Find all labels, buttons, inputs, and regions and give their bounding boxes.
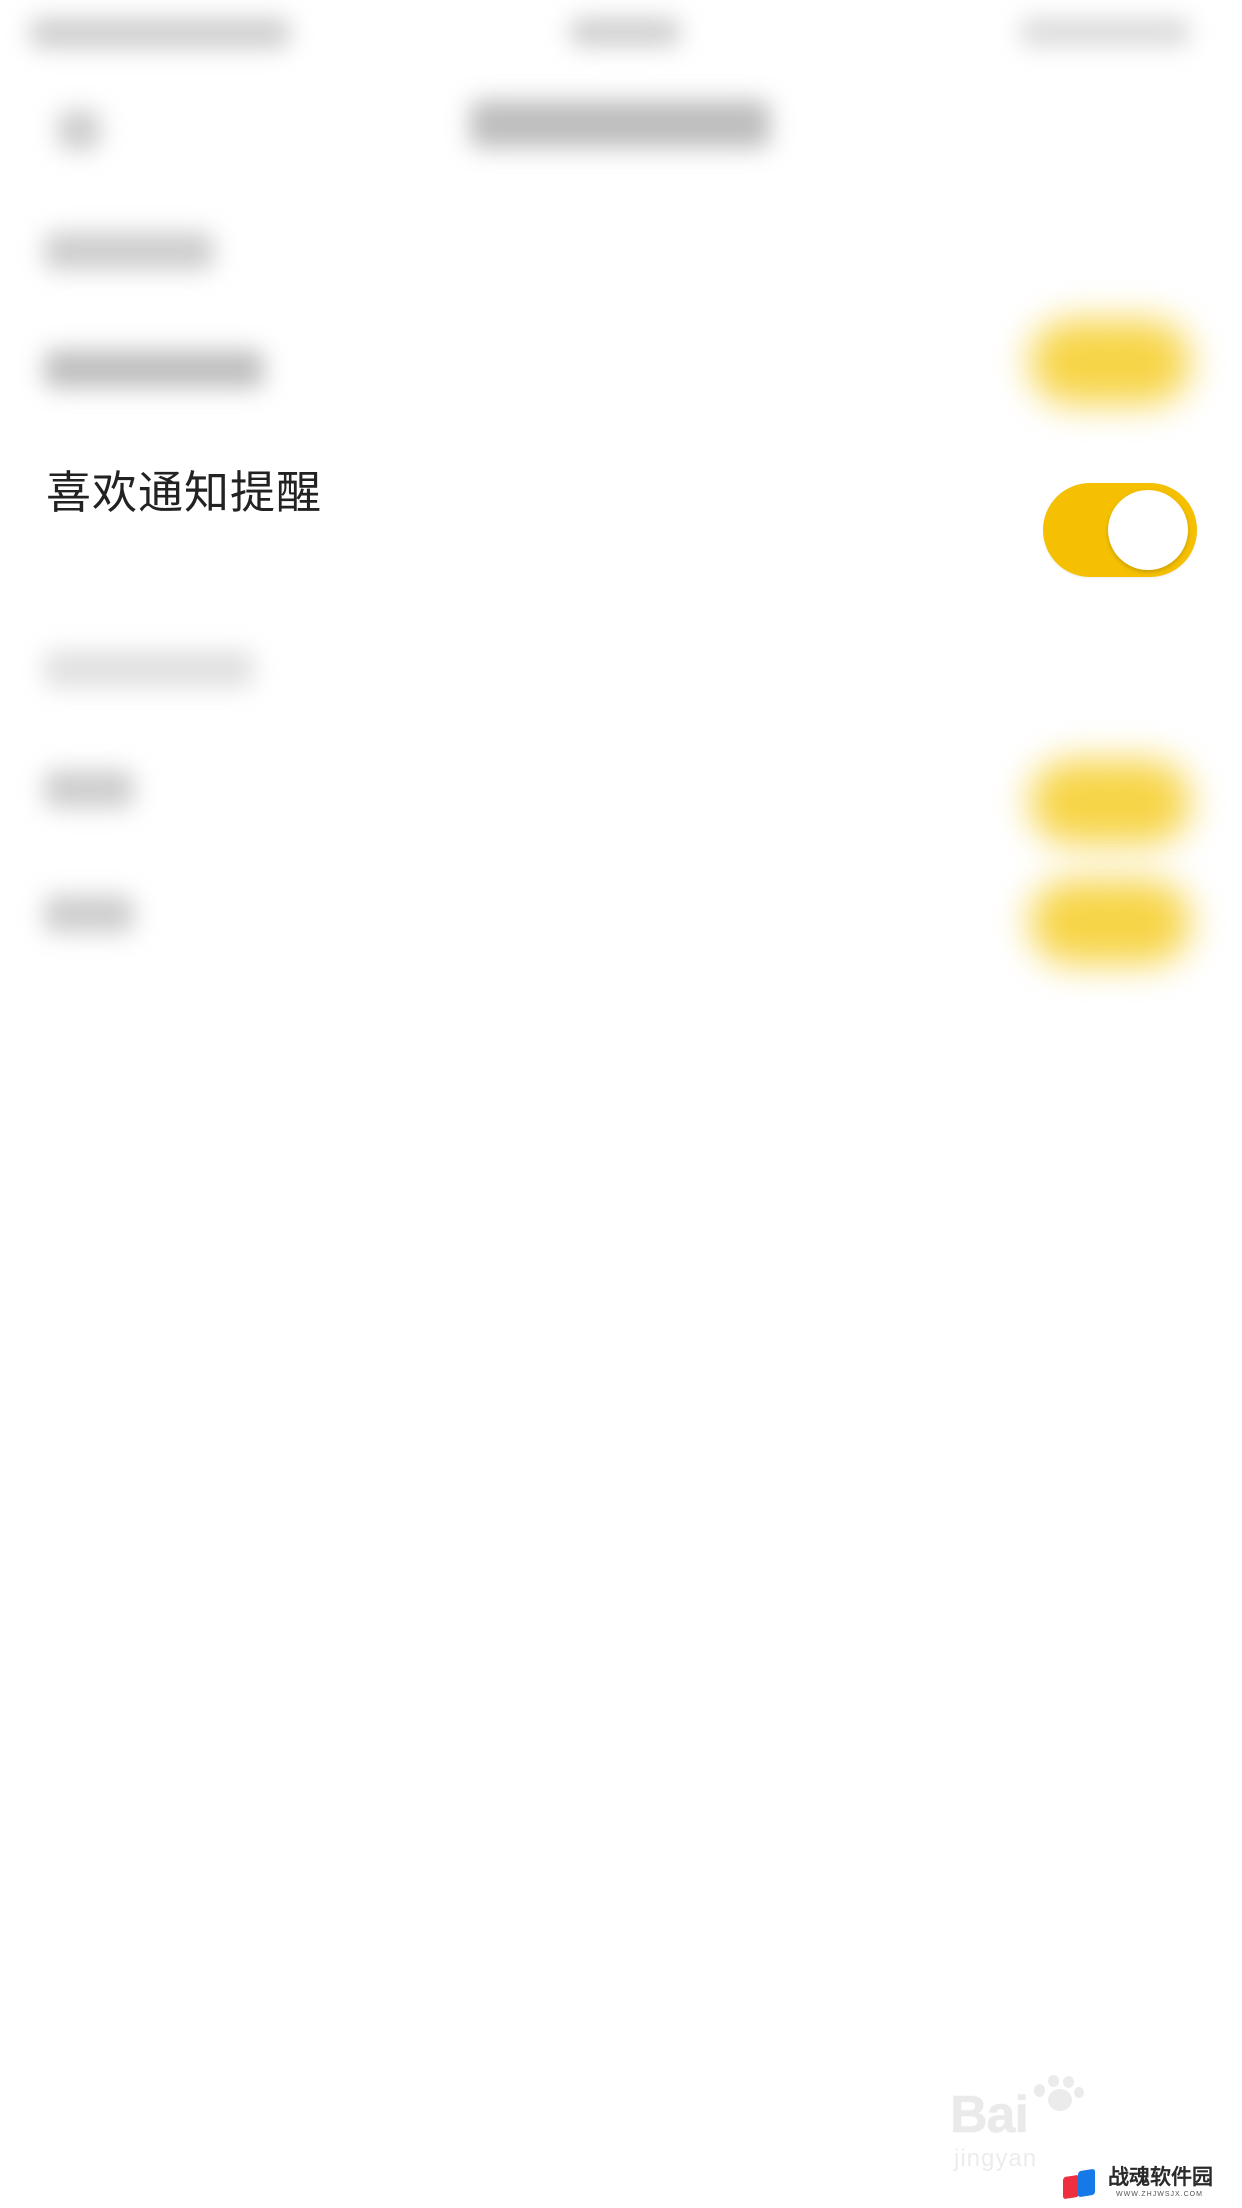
blurred-page-title (470, 100, 770, 148)
blurred-section-label (44, 232, 214, 270)
site-name: 战魂软件园 (1108, 2165, 1213, 2189)
blurred-section-label (44, 650, 254, 688)
like-notification-toggle[interactable] (1043, 483, 1197, 577)
toggle-knob (1108, 490, 1188, 570)
baidu-brand: Bai (950, 2086, 1029, 2144)
baidu-jingyan-text: jingyan (954, 2145, 1038, 2172)
blurred-toggle[interactable] (1030, 880, 1190, 964)
baidu-jingyan-watermark: Bai jingyan (950, 2075, 1200, 2172)
like-notification-setting-row: 喜欢通知提醒 (0, 450, 1242, 610)
blurred-status-bar-right (1020, 18, 1190, 46)
site-logo: 战魂软件园 WWW.ZHJWSJX.COM (1060, 2165, 1225, 2208)
blurred-toggle[interactable] (1030, 320, 1190, 404)
site-logo-icon (1060, 2166, 1100, 2202)
blurred-back-icon[interactable] (58, 110, 100, 150)
baidu-paw-icon (1032, 2075, 1084, 2120)
blurred-setting-label (44, 895, 134, 933)
site-url: WWW.ZHJWSJX.COM (1116, 2191, 1203, 2198)
blurred-setting-label (44, 350, 264, 388)
blurred-status-bar-time (570, 18, 680, 46)
blurred-status-bar-left (30, 18, 290, 48)
blurred-setting-label (44, 770, 134, 808)
like-notification-label: 喜欢通知提醒 (46, 466, 323, 519)
blurred-toggle[interactable] (1030, 760, 1190, 844)
